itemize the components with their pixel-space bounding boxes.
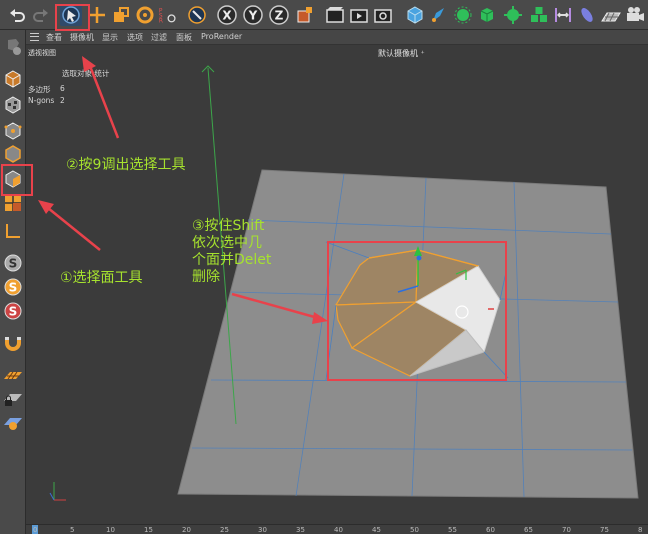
corner-axis-indicator: [49, 482, 66, 501]
subdivision-surface-icon[interactable]: [452, 4, 474, 26]
timeline-tick: 60: [486, 526, 495, 534]
stats-row-polygons: 多边形 6: [28, 84, 65, 94]
render-settings-icon[interactable]: [372, 4, 394, 26]
model-mode-icon[interactable]: [2, 68, 24, 90]
highlight-selected-faces: [327, 241, 507, 381]
timeline-tick: 30: [258, 526, 267, 534]
timeline-tick: 8: [638, 526, 643, 534]
menu-prorender[interactable]: ProRender: [201, 32, 242, 41]
y-axis-button[interactable]: Y: [242, 4, 264, 26]
svg-text:Y: Y: [248, 9, 258, 23]
x-axis-button[interactable]: X: [216, 4, 238, 26]
left-toolbar: S S S: [0, 30, 26, 534]
viewport-title: 透视视图: [28, 49, 56, 57]
axis-mode-icon[interactable]: [2, 220, 24, 242]
stats-row-ngons: N-gons 2: [28, 96, 65, 105]
psr-icon[interactable]: PSR: [158, 4, 184, 26]
timeline-tick: 10: [106, 526, 115, 534]
render-view-icon[interactable]: [324, 4, 346, 26]
timeline-tick: 35: [296, 526, 305, 534]
snap-icon[interactable]: S: [2, 252, 24, 274]
magnet-icon[interactable]: [2, 332, 24, 354]
recent-tool-icon[interactable]: [186, 4, 208, 26]
top-toolbar: PSR X Y Z: [0, 0, 648, 30]
locked-workplane-icon[interactable]: [2, 386, 24, 408]
highlight-polygon-mode: [1, 164, 33, 196]
edge-mode-icon[interactable]: [2, 143, 24, 165]
workplane-icon[interactable]: [2, 364, 24, 386]
stats-header: 选取对象 统计: [62, 69, 110, 78]
z-axis-button[interactable]: Z: [268, 4, 290, 26]
timeline-tick: 75: [600, 526, 609, 534]
point-mode-icon[interactable]: [2, 120, 24, 142]
make-editable-icon[interactable]: [2, 36, 24, 58]
undo-icon[interactable]: [6, 4, 28, 26]
timeline-tick: 45: [372, 526, 381, 534]
coordinate-system-icon[interactable]: [294, 4, 316, 26]
cloner-icon[interactable]: [502, 4, 524, 26]
timeline-ruler[interactable]: 0 5 10 15 20 25 30 35 40 45 50 55 60 65 …: [26, 524, 648, 534]
svg-text:S: S: [9, 281, 18, 295]
timeline-tick: 20: [182, 526, 191, 534]
annotation-step3: ③按住Shift 依次选中几 个面并Delet 删除: [192, 218, 272, 285]
texture-mode-icon[interactable]: [2, 94, 24, 116]
svg-text:S: S: [9, 305, 18, 319]
viewport-menu-bar: 查看 摄像机 显示 选项 过滤 面板 ProRender: [26, 30, 648, 45]
timeline-tick: 15: [144, 526, 153, 534]
timeline-tick: 70: [562, 526, 571, 534]
svg-text:Z: Z: [275, 9, 284, 23]
workplane-snap-icon[interactable]: S: [2, 300, 24, 322]
timeline-tick: 0: [33, 526, 38, 534]
annotation-step2: ②按9调出选择工具: [66, 157, 186, 173]
field-icon[interactable]: [576, 4, 598, 26]
render-to-picture-viewer-icon[interactable]: [348, 4, 370, 26]
svg-text:S: S: [9, 257, 18, 271]
highlight-live-selection: [55, 4, 90, 31]
menu-panel[interactable]: 面板: [176, 32, 192, 43]
floor-icon[interactable]: [600, 4, 622, 26]
viewport-menu-icon[interactable]: [30, 33, 39, 41]
svg-text:R: R: [159, 19, 163, 25]
annotation-step1: ①选择面工具: [60, 270, 143, 286]
svg-text:X: X: [222, 9, 232, 23]
timeline-tick: 50: [410, 526, 419, 534]
timeline-tick: 40: [334, 526, 343, 534]
mograph-icon[interactable]: [528, 4, 550, 26]
menu-filter[interactable]: 过滤: [151, 32, 167, 43]
camera-label[interactable]: 默认摄像机 ⁺: [378, 48, 425, 59]
timeline-tick: 65: [524, 526, 533, 534]
scale-icon[interactable]: [110, 4, 132, 26]
menu-options[interactable]: 选项: [127, 32, 143, 43]
timeline-tick: 55: [448, 526, 457, 534]
pen-icon[interactable]: [428, 4, 450, 26]
rotate-icon[interactable]: [134, 4, 156, 26]
menu-cameras[interactable]: 摄像机: [70, 32, 94, 43]
timeline-tick: 25: [220, 526, 229, 534]
redo-icon[interactable]: [30, 4, 52, 26]
extrude-icon[interactable]: [476, 4, 498, 26]
timeline-tick: 5: [70, 526, 75, 534]
menu-view[interactable]: 查看: [46, 32, 62, 43]
planar-workplane-icon[interactable]: [2, 410, 24, 432]
menu-display[interactable]: 显示: [102, 32, 118, 43]
snap-settings-icon[interactable]: S: [2, 276, 24, 298]
camera-icon[interactable]: [624, 4, 646, 26]
cube-icon[interactable]: [404, 4, 426, 26]
deformer-icon[interactable]: [552, 4, 574, 26]
